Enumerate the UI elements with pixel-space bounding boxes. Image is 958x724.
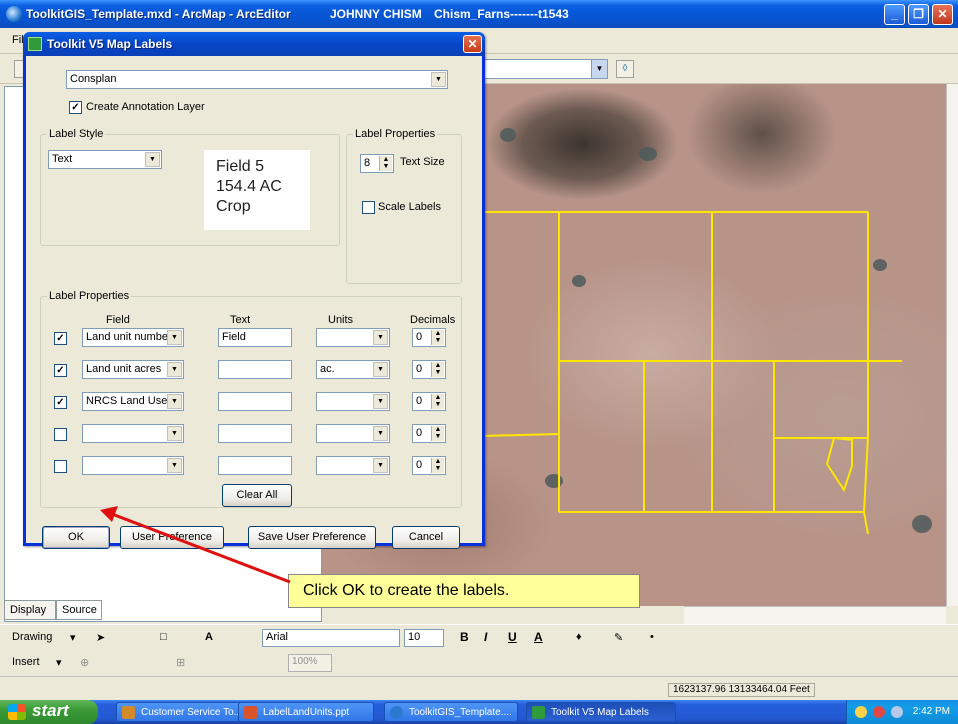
layout-zoom-combo[interactable]: 100% [288,654,332,672]
windows-taskbar: start Customer Service To... LabelLandUn… [0,700,958,724]
layout-zoom-icon[interactable]: ⊞ [176,656,185,669]
taskbar-item-label: Toolkit V5 Map Labels [551,707,649,718]
taskbar-item[interactable]: Toolkit V5 Map Labels [526,702,676,722]
line-color-icon[interactable]: ✎ [614,631,623,644]
system-clock: 2:42 PM [912,706,950,717]
taskbar-item-label: Customer Service To... [141,707,242,718]
drawing-menu[interactable]: Drawing [12,631,52,643]
callout-arrow [100,506,291,584]
rectangle-icon[interactable]: □ [160,631,167,643]
volume-icon[interactable] [891,706,903,718]
taskbar-item-label: ToolkitGIS_Template.... [409,707,512,718]
taskbar-item[interactable]: LabelLandUnits.ppt [238,702,374,722]
windows-logo-icon [8,704,26,720]
chevron-down-icon[interactable]: ▾ [70,631,76,644]
underline-button[interactable]: U [508,630,517,644]
drawing-toolbar: Drawing ▾ ➤ □ A Arial 10 B I U A ♦ ✎ • [0,624,958,650]
toolkit-app-icon [532,706,545,719]
chevron-down-icon[interactable]: ▾ [56,656,62,669]
select-elements-icon[interactable]: ➤ [96,631,105,644]
start-label: start [32,701,69,720]
taskbar-item[interactable]: ToolkitGIS_Template.... [384,702,518,722]
security-shield-icon[interactable] [873,706,885,718]
system-tray: 2:42 PM [846,700,958,724]
fill-color-icon[interactable]: ♦ [576,631,582,643]
bold-button[interactable]: B [460,630,469,644]
insert-menu[interactable]: Insert [12,656,40,668]
network-icon[interactable] [855,706,867,718]
coordinate-readout: 1623137.96 13133464.04 Feet [668,683,815,697]
font-color-button[interactable]: A [534,630,543,644]
insert-toolbar: Insert ▾ ⊕ ⊞ 100% [0,650,958,676]
font-size-select[interactable]: 10 [404,629,444,647]
italic-button[interactable]: I [484,630,487,644]
text-icon[interactable]: A [205,631,213,643]
zoom-in-icon[interactable]: ⊕ [80,656,89,669]
powerpoint-icon [244,706,257,719]
status-bar: 1623137.96 13133464.04 Feet [0,676,958,700]
customer-service-icon [122,706,135,719]
marker-color-icon[interactable]: • [650,631,654,643]
font-select[interactable]: Arial [262,629,400,647]
taskbar-item-label: LabelLandUnits.ppt [263,707,350,718]
start-button[interactable]: start [0,700,98,724]
arcmap-globe-icon [390,706,403,719]
